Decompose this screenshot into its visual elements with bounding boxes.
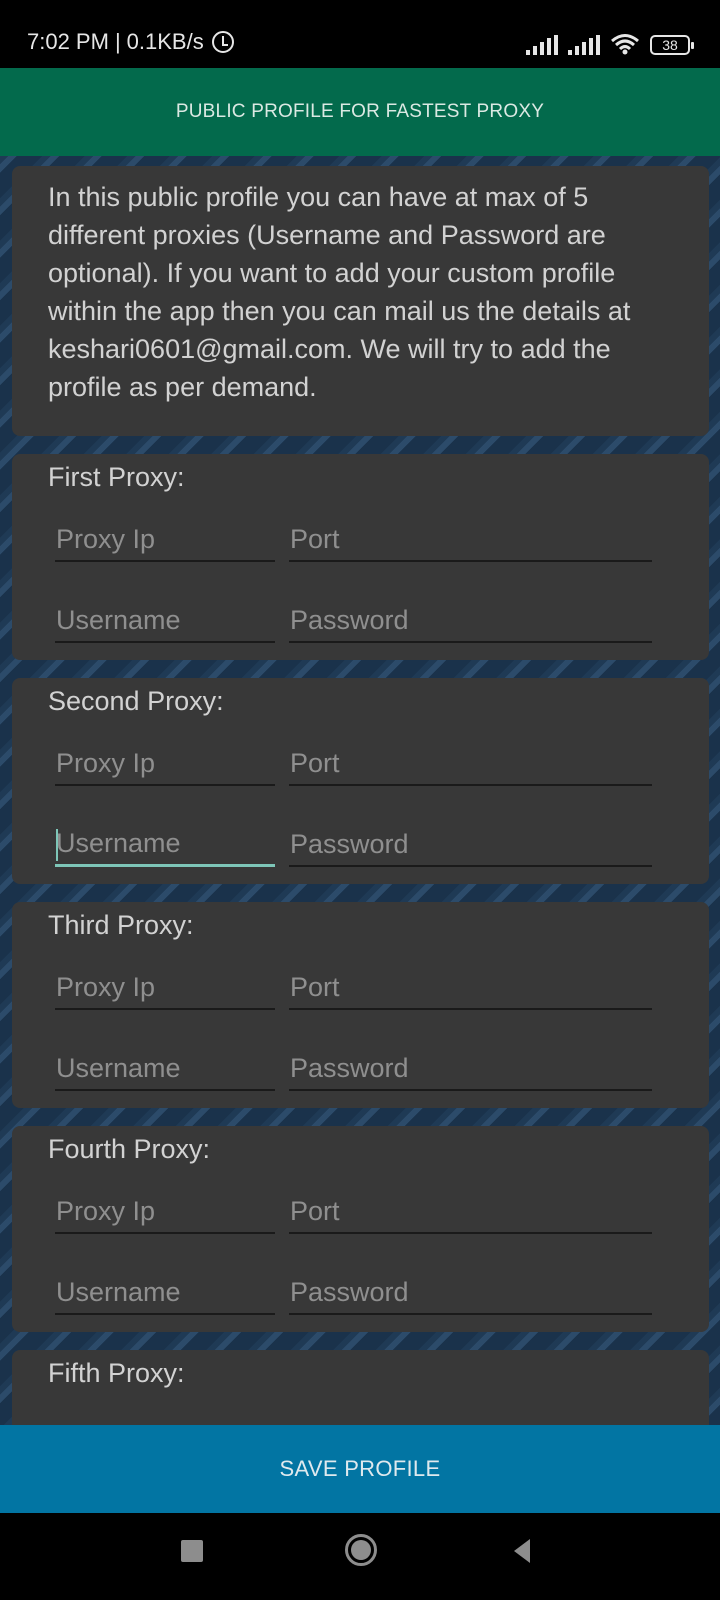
app-bar: PUBLIC PROFILE FOR FASTEST PROXY	[0, 68, 720, 156]
port-field[interactable]	[289, 518, 652, 562]
proxy-title: Fourth Proxy:	[48, 1134, 211, 1164]
save-profile-button[interactable]: SAVE PROFILE	[0, 1425, 720, 1513]
signal-icon	[526, 35, 558, 55]
text-cursor	[56, 829, 58, 861]
status-separator: |	[114, 29, 121, 54]
proxy-ip-field[interactable]	[55, 742, 275, 786]
proxy-ip-input[interactable]	[55, 966, 275, 1008]
scroll-content[interactable]: In this public profile you can have at m…	[0, 156, 720, 1425]
password-field[interactable]	[289, 599, 652, 643]
recent-apps-icon[interactable]	[181, 1540, 203, 1562]
password-field[interactable]	[289, 823, 652, 867]
password-input[interactable]	[289, 1271, 652, 1313]
proxy-ip-field[interactable]	[55, 1190, 275, 1234]
username-input[interactable]	[55, 1047, 275, 1089]
username-field[interactable]	[55, 1271, 275, 1315]
proxy-title: First Proxy:	[48, 462, 185, 492]
password-field[interactable]	[289, 1271, 652, 1315]
proxy-card-second: Second Proxy:	[12, 678, 709, 884]
proxy-title: Second Proxy:	[48, 686, 224, 716]
password-input[interactable]	[289, 599, 652, 641]
battery-icon: 38	[650, 35, 694, 55]
alarm-icon	[211, 31, 234, 53]
proxy-ip-field[interactable]	[55, 966, 275, 1010]
port-input[interactable]	[289, 966, 652, 1008]
username-input[interactable]	[55, 599, 275, 641]
proxy-ip-field[interactable]	[55, 518, 275, 562]
proxy-card-fourth: Fourth Proxy:	[12, 1126, 709, 1332]
signal-icon	[568, 35, 600, 55]
username-field[interactable]	[55, 1047, 275, 1091]
proxy-card-first: First Proxy:	[12, 454, 709, 660]
username-input[interactable]	[55, 823, 275, 864]
intro-card: In this public profile you can have at m…	[12, 166, 709, 436]
username-input[interactable]	[55, 1271, 275, 1313]
proxy-ip-input[interactable]	[55, 518, 275, 560]
password-field[interactable]	[289, 1047, 652, 1091]
password-input[interactable]	[289, 1047, 652, 1089]
status-left: 7:02 PM | 0.1KB/s	[27, 29, 234, 55]
intro-text: In this public profile you can have at m…	[48, 182, 631, 402]
network-speed: 0.1KB/s	[126, 29, 204, 54]
username-field-focused[interactable]	[55, 823, 275, 867]
page-title: PUBLIC PROFILE FOR FASTEST PROXY	[175, 101, 545, 122]
proxy-card-fifth: Fifth Proxy:	[12, 1350, 709, 1425]
port-input[interactable]	[289, 742, 652, 784]
proxy-ip-input[interactable]	[55, 742, 275, 784]
port-input[interactable]	[289, 518, 652, 560]
navigation-bar	[0, 1513, 720, 1600]
port-input[interactable]	[289, 1190, 652, 1232]
status-right: 38	[526, 33, 694, 55]
port-field[interactable]	[289, 966, 652, 1010]
password-input[interactable]	[289, 823, 652, 865]
proxy-ip-input[interactable]	[55, 1190, 275, 1232]
status-time: 7:02 PM	[27, 29, 109, 54]
port-field[interactable]	[289, 742, 652, 786]
battery-level: 38	[662, 37, 678, 53]
username-field[interactable]	[55, 599, 275, 643]
wifi-icon	[611, 34, 639, 55]
home-icon[interactable]	[345, 1534, 377, 1566]
proxy-title: Fifth Proxy:	[48, 1358, 185, 1388]
back-icon[interactable]	[514, 1539, 530, 1563]
proxy-card-third: Third Proxy:	[12, 902, 709, 1108]
proxy-title: Third Proxy:	[48, 910, 194, 940]
status-bar: 7:02 PM | 0.1KB/s 38	[0, 0, 720, 68]
port-field[interactable]	[289, 1190, 652, 1234]
